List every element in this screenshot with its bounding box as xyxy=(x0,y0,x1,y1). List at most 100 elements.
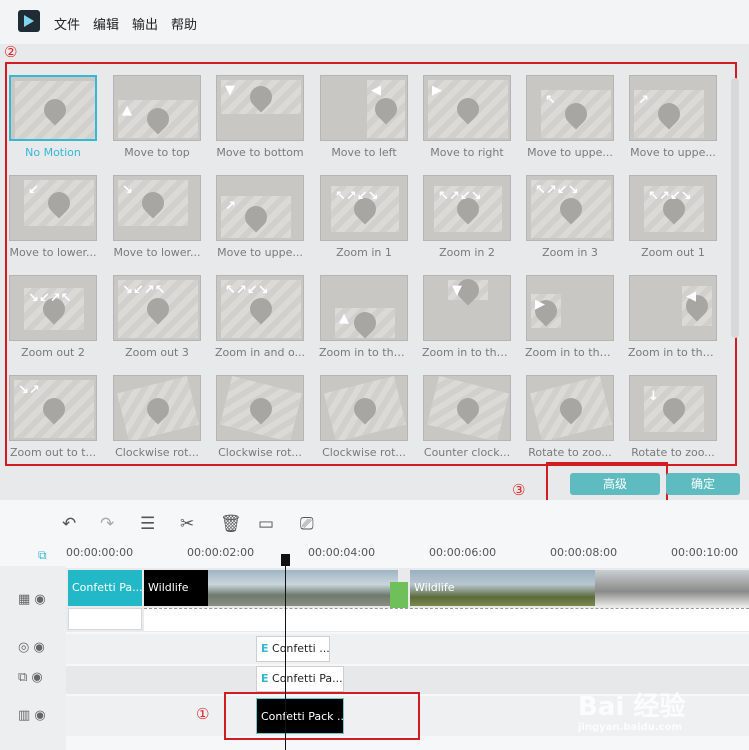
redo-icon[interactable]: ↷ xyxy=(100,514,114,534)
motion-tile[interactable]: ↖↗↙↘ Zoom in and o... xyxy=(215,274,305,366)
motion-tile[interactable]: ↘↙↗↖ Zoom out 2 xyxy=(8,274,98,366)
motion-label: Move to right xyxy=(430,146,504,159)
motion-tile[interactable]: ↘↗ Zoom out to t... xyxy=(8,374,98,466)
playhead[interactable] xyxy=(281,554,290,750)
track-header-column: ▦ ◉ ◎ ◉ ⧉ ◉ ▥ ◉ xyxy=(0,566,66,750)
motion-thumbnail: ◀ xyxy=(629,275,717,341)
motion-arrow-icon: ▶ xyxy=(535,297,545,312)
advanced-button[interactable]: 高级 xyxy=(570,473,660,495)
ok-button[interactable]: 确定 xyxy=(666,473,740,495)
motion-tile[interactable]: ▲ Zoom in to the... xyxy=(319,274,409,366)
motion-thumbnail: ↘ xyxy=(113,175,201,241)
clip-birds-frames[interactable] xyxy=(595,570,749,606)
motion-thumbnail: ↖ xyxy=(526,75,614,141)
menu-help[interactable]: 帮助 xyxy=(171,14,197,33)
tick-label: 00:00:04:00 xyxy=(308,546,376,559)
clip-wildlife-2[interactable]: Wildlife xyxy=(410,570,595,606)
delete-icon[interactable]: 🗑 xyxy=(220,514,242,534)
text-clip-label: Confetti ... xyxy=(272,642,330,655)
motion-thumbnail xyxy=(320,375,408,441)
motion-arrow-icon: ↖↗↙↘ xyxy=(438,189,482,204)
motion-tile[interactable]: ↖↗↙↘ Zoom in 1 xyxy=(319,174,409,266)
motion-arrow-icon: ◀ xyxy=(371,83,381,98)
motion-label: Zoom out 2 xyxy=(21,346,85,359)
motion-label: Zoom in and o... xyxy=(215,346,305,359)
motion-label: Move to lower... xyxy=(113,246,201,259)
motion-tile[interactable]: ◀ Move to left xyxy=(319,74,409,166)
menu-edit[interactable]: 编辑 xyxy=(93,14,119,33)
motion-tile[interactable]: ▲ Move to top xyxy=(112,74,202,166)
motion-tile[interactable]: Counter clock... xyxy=(422,374,512,466)
motion-tile[interactable]: ◀ Zoom in to the... xyxy=(628,274,718,366)
motion-label: Move to top xyxy=(124,146,190,159)
snapshot-icon[interactable]: ⎚ xyxy=(300,514,314,534)
motion-arrow-icon: ↘↙↗↖ xyxy=(122,283,166,298)
motion-tile[interactable]: ▼ Zoom in to the... xyxy=(422,274,512,366)
motion-label: Rotate to zoo... xyxy=(528,446,612,459)
motion-tile[interactable]: ↘ Move to lower... xyxy=(112,174,202,266)
motion-label: Counter clock... xyxy=(423,446,511,459)
motion-tile[interactable]: ↖↗↙↘ Zoom in 3 xyxy=(525,174,615,266)
crop-icon[interactable]: ▭ xyxy=(258,514,274,534)
video-track-icon: ▦ ◉ xyxy=(18,592,46,607)
motion-arrow-icon: ↓ xyxy=(648,389,659,404)
motion-tile[interactable]: Rotate to zoo... xyxy=(525,374,615,466)
motion-tile[interactable]: ▶ Move to right xyxy=(422,74,512,166)
watermark-url: jingyan.baidu.com xyxy=(578,722,682,733)
motion-label: Zoom in to the... xyxy=(628,346,718,359)
motion-thumbnail xyxy=(9,75,97,141)
motion-thumbnail: ▶ xyxy=(423,75,511,141)
motion-arrow-icon: ◀ xyxy=(686,289,696,304)
motion-label: Zoom out to t... xyxy=(9,446,97,459)
time-ruler[interactable]: 00:00:00:00 00:00:02:00 00:00:04:00 00:0… xyxy=(66,542,749,566)
motion-label: Clockwise rot... xyxy=(115,446,199,459)
motion-tile[interactable]: ▼ Move to bottom xyxy=(215,74,305,166)
motion-tile[interactable]: ↘↙↗↖ Zoom out 3 xyxy=(112,274,202,366)
cut-icon[interactable]: ✂ xyxy=(180,514,194,534)
motion-tile[interactable]: ▶ Zoom in to the... xyxy=(525,274,615,366)
motion-arrow-icon: ↖↗↙↘ xyxy=(535,183,579,198)
menu-bar: 文件 编辑 输出 帮助 xyxy=(0,0,749,45)
motion-label: Zoom in 3 xyxy=(542,246,598,259)
clip-wildlife[interactable]: Wildlife xyxy=(144,570,208,606)
undo-icon[interactable]: ↶ xyxy=(62,514,76,534)
menu-file[interactable]: 文件 xyxy=(54,14,80,33)
adjust-icon[interactable]: ☰ xyxy=(140,514,155,534)
motion-tile[interactable]: ↖↗↙↘ Zoom in 2 xyxy=(422,174,512,266)
annotation-1: ① xyxy=(196,705,210,723)
motion-arrow-icon: ↘ xyxy=(122,183,133,198)
motion-thumbnail: ▼ xyxy=(216,75,304,141)
text-clip-1[interactable]: E Confetti ... xyxy=(256,636,330,662)
effects-track-icon: ◎ ◉ xyxy=(18,640,45,655)
motion-tile[interactable]: ↗ Move to uppe... xyxy=(215,174,305,266)
motion-tile[interactable]: Clockwise rot... xyxy=(319,374,409,466)
motion-tile[interactable]: ↓ Rotate to zoo... xyxy=(628,374,718,466)
audio-waveform-1 xyxy=(68,608,142,630)
snap-icon[interactable]: ⧉ xyxy=(38,548,47,563)
confetti-pack-highlight xyxy=(224,692,420,740)
motion-tile[interactable]: ↖↗↙↘ Zoom out 1 xyxy=(628,174,718,266)
text-clip-2[interactable]: E Confetti Pa... xyxy=(256,666,344,692)
motion-tile[interactable]: No Motion xyxy=(8,74,98,166)
motion-tile[interactable]: Clockwise rot... xyxy=(215,374,305,466)
pip-track-icon: ⧉ ◉ xyxy=(18,670,43,685)
motion-arrow-icon: ↖ xyxy=(545,93,556,108)
motion-label: Move to uppe... xyxy=(217,246,303,259)
motion-thumbnail: ↖↗↙↘ xyxy=(526,175,614,241)
motion-scrollbar[interactable] xyxy=(731,78,739,338)
motion-tile[interactable]: ↗ Move to uppe... xyxy=(628,74,718,166)
motion-thumbnail: ▼ xyxy=(423,275,511,341)
clip-confetti[interactable]: Confetti Pa... xyxy=(68,570,142,606)
motion-tile[interactable]: Clockwise rot... xyxy=(112,374,202,466)
clip-wildlife-frames[interactable] xyxy=(208,570,398,606)
motion-thumbnail xyxy=(216,375,304,441)
watermark-logo: Bai 经验 xyxy=(578,692,686,722)
motion-arrow-icon: ↖↗↙↘ xyxy=(648,189,692,204)
tick-label: 00:00:08:00 xyxy=(550,546,618,559)
motion-tile[interactable]: ↖ Move to uppe... xyxy=(525,74,615,166)
motion-arrow-icon: ▲ xyxy=(339,311,349,326)
motion-tile[interactable]: ↙ Move to lower... xyxy=(8,174,98,266)
motion-thumbnail: ↗ xyxy=(629,75,717,141)
menu-export[interactable]: 输出 xyxy=(132,14,158,33)
motion-label: Zoom out 3 xyxy=(125,346,189,359)
